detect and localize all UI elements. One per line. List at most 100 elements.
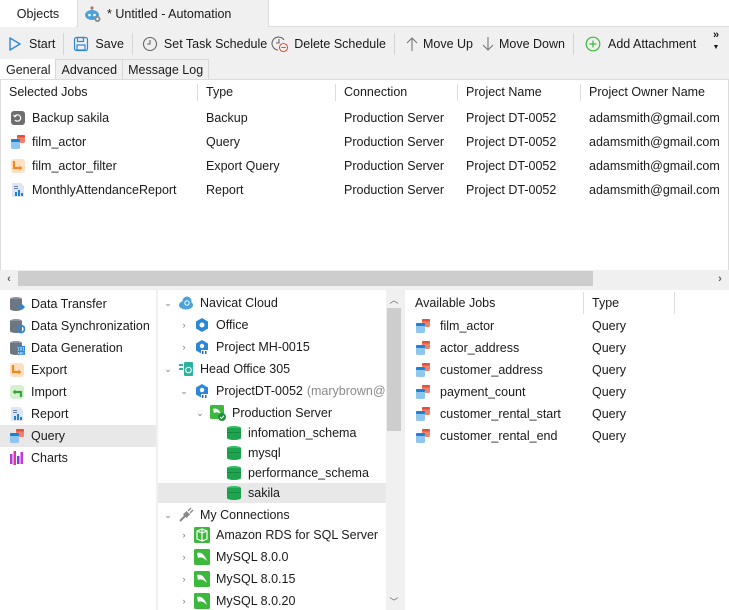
job-name: film_actor_filter [32, 159, 117, 173]
category-import[interactable]: Import [0, 381, 156, 403]
horizontal-scroll-thumb[interactable] [18, 271, 593, 286]
scroll-left-button[interactable]: ‹ [2, 270, 16, 287]
chevron-down-icon[interactable]: ⌄ [178, 385, 190, 397]
category-charts[interactable]: Charts [0, 447, 156, 469]
move-up-button[interactable]: Move Up [399, 30, 477, 58]
category-report[interactable]: Report [0, 403, 156, 425]
job-name: MonthlyAttendanceReport [32, 183, 177, 197]
chevron-down-icon[interactable]: ⌄ [162, 509, 174, 521]
category-query[interactable]: Query [0, 425, 156, 447]
tree-node-connection[interactable]: › MySQL 8.0.20 [178, 591, 295, 610]
tree-node-schema-selected[interactable]: sakila [158, 483, 386, 503]
tree-node-schema[interactable]: mysql [226, 443, 281, 463]
list-item[interactable]: customer_address Query [405, 359, 729, 381]
category-label: Report [31, 407, 69, 421]
tab-objects[interactable]: Objects [0, 0, 76, 27]
column-header-type[interactable]: Type [592, 290, 619, 316]
save-button[interactable]: Save [68, 30, 128, 58]
vertical-scroll-thumb[interactable] [387, 308, 401, 431]
list-item[interactable]: payment_count Query [405, 381, 729, 403]
tree-node-head-office-305[interactable]: ⌄ Head Office 305 [162, 359, 290, 379]
category-data-generation[interactable]: 101 ABC Data Generation [0, 337, 156, 359]
report-icon [9, 406, 25, 422]
category-label: Query [31, 429, 66, 443]
scroll-right-button[interactable]: › [713, 270, 727, 287]
job-name: customer_address [440, 363, 543, 377]
tree-node-connection[interactable]: › MySQL 8.0.0 [178, 547, 289, 567]
tab-message-log[interactable]: Message Log [122, 59, 210, 79]
data-sync-icon [9, 318, 25, 334]
start-button[interactable]: Start [0, 30, 59, 58]
chevron-down-icon[interactable]: ⌄ [162, 363, 174, 375]
category-data-synchronization[interactable]: Data Synchronization [0, 315, 156, 337]
tree-node-project-dt-0052[interactable]: ⌄ ProjectDT-0052 (marybrown@ [178, 381, 386, 401]
tree-node-connection[interactable]: › MySQL 8.0.15 [178, 569, 295, 589]
connection-tree: ⌄ Navicat Cloud › Office › Project MH-00… [158, 290, 386, 610]
chevron-right-icon[interactable]: › [178, 595, 190, 607]
tab-general[interactable]: General [0, 59, 57, 80]
add-attachment-button[interactable]: Add Attachment [578, 30, 700, 58]
tab-automation-label: * Untitled - Automation [107, 6, 232, 21]
column-header-project-name[interactable]: Project Name [466, 80, 542, 104]
query-icon [9, 428, 25, 444]
tree-node-schema[interactable]: infomation_schema [226, 423, 356, 443]
column-resize-handle[interactable] [197, 84, 198, 101]
toolbar-divider [393, 32, 395, 55]
list-item[interactable]: customer_rental_start Query [405, 403, 729, 425]
job-connection: Production Server [344, 159, 445, 173]
set-task-schedule-label: Set Task Schedule [163, 36, 268, 51]
chevron-right-icon[interactable]: › [178, 551, 190, 563]
column-resize-handle[interactable] [583, 292, 584, 314]
category-data-transfer[interactable]: Data Transfer [0, 293, 156, 315]
chevron-down-icon[interactable]: ⌄ [194, 407, 206, 419]
amazon-rds-icon [194, 527, 210, 543]
move-down-button[interactable]: Move Down [477, 30, 569, 58]
category-export[interactable]: Export [0, 359, 156, 381]
tree-node-navicat-cloud[interactable]: ⌄ Navicat Cloud [162, 293, 278, 313]
scroll-up-button[interactable]: ︿ [386, 292, 402, 306]
settings-tabs: General Advanced Message Log [0, 59, 210, 80]
set-task-schedule-button[interactable]: Set Task Schedule [137, 30, 271, 58]
tab-advanced[interactable]: Advanced [55, 59, 124, 79]
chevron-right-icon[interactable]: › [178, 573, 190, 585]
tree-node-schema[interactable]: performance_schema [226, 463, 369, 483]
column-resize-handle[interactable] [457, 84, 458, 101]
tab-automation[interactable]: * Untitled - Automation [77, 0, 269, 27]
job-connection: Production Server [344, 111, 445, 125]
tab-message-log-label: Message Log [128, 62, 204, 77]
horizontal-scrollbar[interactable]: ‹ › [0, 270, 729, 287]
table-row[interactable]: film_actor_filter Export Query Productio… [1, 154, 729, 178]
data-transfer-icon [9, 296, 25, 312]
job-owner: adamsmith@gmail.com [589, 159, 720, 173]
column-header-selected-jobs[interactable]: Selected Jobs [9, 80, 88, 104]
column-header-connection[interactable]: Connection [344, 80, 407, 104]
job-type: Query [592, 319, 627, 333]
list-item[interactable]: customer_rental_end Query [405, 425, 729, 447]
table-row[interactable]: film_actor Query Production Server Proje… [1, 130, 729, 154]
chevron-right-icon[interactable]: › [178, 529, 190, 541]
column-header-project-owner[interactable]: Project Owner Name [589, 80, 705, 104]
column-resize-handle[interactable] [580, 84, 581, 101]
chevron-right-icon[interactable]: › [178, 341, 190, 353]
tree-node-my-connections[interactable]: ⌄ My Connections [162, 505, 290, 525]
tree-vertical-scrollbar[interactable]: ︿ ﹀ [386, 290, 402, 610]
chevron-right-icon[interactable]: › [178, 319, 190, 331]
list-item[interactable]: film_actor Query [405, 315, 729, 337]
delete-schedule-button[interactable]: Delete Schedule [271, 30, 390, 58]
arrow-up-icon [403, 35, 421, 53]
chevron-down-icon[interactable]: ⌄ [162, 297, 174, 309]
table-row[interactable]: Backup sakila Backup Production Server P… [1, 106, 729, 130]
tree-node-office[interactable]: › Office [178, 315, 248, 335]
column-header-available-jobs[interactable]: Available Jobs [415, 290, 495, 316]
toolbar-overflow-button[interactable]: » ▼ [711, 30, 721, 54]
column-resize-handle[interactable] [674, 292, 675, 314]
table-row[interactable]: MonthlyAttendanceReport Report Productio… [1, 178, 729, 202]
scroll-down-button[interactable]: ﹀ [386, 594, 402, 608]
tree-node-connection[interactable]: › Amazon RDS for SQL Server [178, 525, 378, 545]
tree-node-production-server[interactable]: ⌄ Production Server [194, 403, 332, 423]
tree-node-project-mh-0015[interactable]: › Project MH-0015 [178, 337, 310, 357]
play-icon [6, 35, 24, 53]
column-header-type[interactable]: Type [206, 80, 233, 104]
list-item[interactable]: actor_address Query [405, 337, 729, 359]
column-resize-handle[interactable] [335, 84, 336, 101]
